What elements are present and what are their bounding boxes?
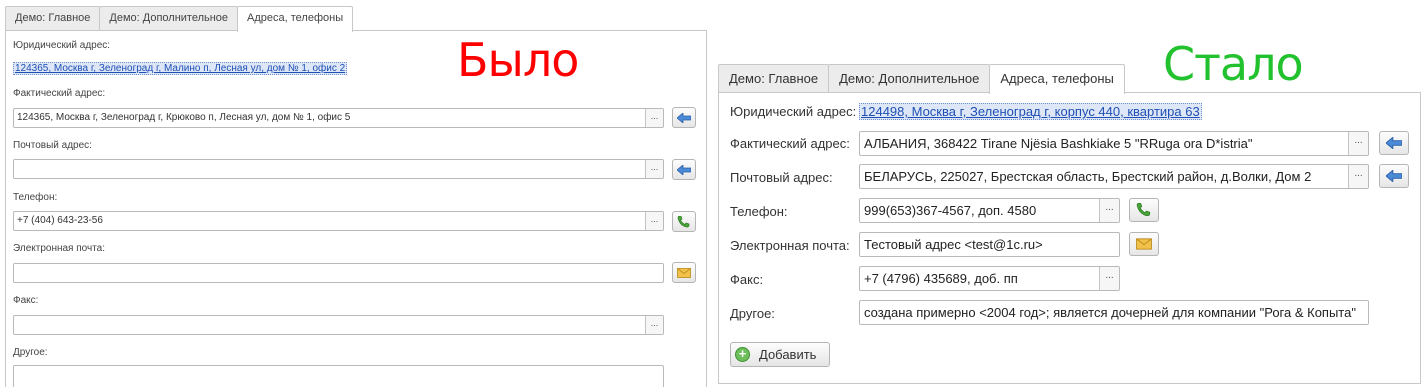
phone-icon <box>1136 203 1151 217</box>
postal-address-select-button[interactable]: ... <box>1348 165 1368 188</box>
copy-postal-address-button[interactable] <box>1379 164 1409 188</box>
arrow-left-icon <box>1386 170 1402 182</box>
fax-field[interactable]: ... <box>13 315 664 335</box>
add-button[interactable]: + Добавить <box>730 342 830 367</box>
call-phone-button[interactable] <box>1129 198 1159 222</box>
arrow-left-icon <box>677 112 691 123</box>
tab-demo-main[interactable]: Демо: Главное <box>718 64 830 93</box>
after-tabs: Демо: Главное Демо: Дополнительное Адрес… <box>718 64 1125 94</box>
phone-select-button[interactable]: ... <box>1099 199 1119 222</box>
phone-value: +7 (404) 643-23-56 <box>17 215 103 226</box>
other-label: Другое: <box>730 306 775 321</box>
other-field[interactable] <box>13 365 664 387</box>
postal-address-field[interactable]: БЕЛАРУСЬ, 225027, Брестская область, Бре… <box>859 164 1369 189</box>
postal-address-value: БЕЛАРУСЬ, 225027, Брестская область, Бре… <box>864 169 1312 184</box>
fax-label: Факс: <box>13 295 39 306</box>
email-label: Электронная почта: <box>730 238 850 253</box>
legal-address-label: Юридический адрес: <box>730 104 857 119</box>
copy-actual-address-button[interactable] <box>672 107 696 128</box>
legal-address-link[interactable]: 124365, Москва г, Зеленоград г, Малино п… <box>13 62 348 75</box>
tab-demo-additional[interactable]: Демо: Дополнительное <box>828 64 991 93</box>
phone-select-button[interactable]: ... <box>645 212 663 230</box>
legal-address-label: Юридический адрес: <box>13 40 111 51</box>
phone-label: Телефон: <box>13 192 58 203</box>
other-field[interactable]: создана примерно <2004 год>; является до… <box>859 300 1369 325</box>
email-field[interactable] <box>13 263 664 283</box>
postal-address-label: Почтовый адрес: <box>13 140 92 151</box>
tab-addresses-phones[interactable]: Адреса, телефоны <box>989 64 1125 94</box>
copy-actual-address-button[interactable] <box>1379 131 1409 155</box>
actual-address-field[interactable]: АЛБАНИЯ, 368422 Tirane Një​sia Bashkiake… <box>859 131 1369 156</box>
after-form-panel: Юридический адрес: 124498, Москва г, Зел… <box>718 92 1421 384</box>
fax-field[interactable]: +7 (4796) 435689, доб. пп ... <box>859 266 1120 291</box>
phone-field[interactable]: +7 (404) 643-23-56 ... <box>13 211 664 231</box>
copy-postal-address-button[interactable] <box>672 159 696 180</box>
envelope-icon <box>1136 238 1152 250</box>
postal-address-label: Почтовый адрес: <box>730 170 833 185</box>
legal-address-link[interactable]: 124498, Москва г, Зеленоград г, корпус 4… <box>859 103 1202 120</box>
send-email-button[interactable] <box>1129 232 1159 256</box>
phone-icon <box>677 215 690 227</box>
actual-address-value: 124365, Москва г, Зеленоград г, Крюково … <box>17 112 351 123</box>
before-title: Было <box>457 33 579 87</box>
other-label: Другое: <box>13 347 48 358</box>
postal-address-field[interactable]: ... <box>13 159 664 179</box>
fax-label: Факс: <box>730 272 764 287</box>
fax-value: +7 (4796) 435689, доб. пп <box>864 271 1018 286</box>
tab-addresses-phones[interactable]: Адреса, телефоны <box>237 6 354 32</box>
actual-address-label: Фактический адрес: <box>13 88 106 99</box>
actual-address-label: Фактический адрес: <box>730 136 850 151</box>
email-label: Электронная почта: <box>13 243 106 254</box>
before-form-panel: Юридический адрес: 124365, Москва г, Зел… <box>5 30 707 387</box>
after-title: Стало <box>1163 37 1304 91</box>
arrow-left-icon <box>677 164 691 175</box>
actual-address-field[interactable]: 124365, Москва г, Зеленоград г, Крюково … <box>13 108 664 128</box>
tab-demo-main[interactable]: Демо: Главное <box>5 6 101 31</box>
email-field[interactable]: Тестовый адрес <test@1c.ru> <box>859 232 1120 257</box>
call-phone-button[interactable] <box>672 211 696 232</box>
before-tabs: Демо: Главное Демо: Дополнительное Адрес… <box>5 6 354 32</box>
plus-circle-icon: + <box>735 347 750 362</box>
phone-label: Телефон: <box>730 204 788 219</box>
phone-field[interactable]: 999(653)367-4567, доп. 4580 ... <box>859 198 1120 223</box>
other-value: создана примерно <2004 год>; является до… <box>864 305 1356 320</box>
email-value: Тестовый адрес <test@1c.ru> <box>864 237 1043 252</box>
tab-demo-additional[interactable]: Демо: Дополнительное <box>99 6 239 31</box>
actual-address-select-button[interactable]: ... <box>1348 132 1368 155</box>
actual-address-value: АЛБАНИЯ, 368422 Tirane Një​sia Bashkiake… <box>864 136 1253 151</box>
send-email-button[interactable] <box>672 262 696 283</box>
fax-select-button[interactable]: ... <box>1099 267 1119 290</box>
envelope-icon <box>677 267 691 278</box>
fax-select-button[interactable]: ... <box>645 316 663 334</box>
phone-value: 999(653)367-4567, доп. 4580 <box>864 203 1037 218</box>
arrow-left-icon <box>1386 137 1402 149</box>
actual-address-select-button[interactable]: ... <box>645 109 663 127</box>
postal-address-select-button[interactable]: ... <box>645 160 663 178</box>
add-button-label: Добавить <box>759 347 817 362</box>
